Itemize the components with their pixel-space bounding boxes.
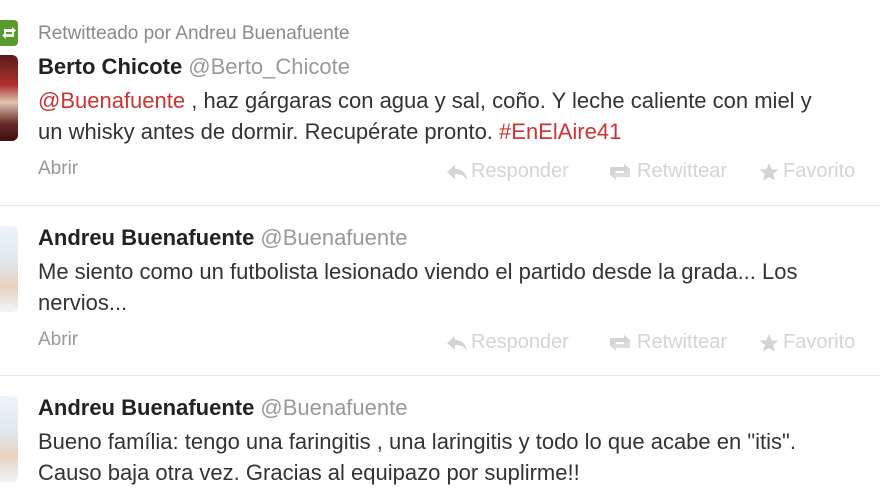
open-link[interactable]: Abrir <box>38 329 78 351</box>
mention-link[interactable]: @Buenafuente <box>38 88 185 113</box>
reply-icon <box>447 335 467 351</box>
tweet-header: Andreu Buenafuente @Buenafuente <box>38 395 407 421</box>
tweet-text: Bueno família: tengo una faringitis , un… <box>38 426 880 488</box>
favorite-label: Favorito <box>783 331 856 353</box>
tweet-text-line: nervios... <box>38 290 128 315</box>
reply-button[interactable]: Responder <box>446 160 606 183</box>
user-name[interactable]: Andreu Buenafuente <box>38 225 254 250</box>
tweet-header: Berto Chicote @Berto_Chicote <box>38 54 350 80</box>
tweet-actions: Responder Retwittear Favorito <box>446 331 855 354</box>
tweet-text: @Buenafuente , haz gárgaras con agua y s… <box>38 85 880 147</box>
tweet-text-line: Bueno família: tengo una faringitis , un… <box>38 429 796 454</box>
retweet-icon <box>610 334 630 351</box>
retweet-button[interactable]: Retwittear <box>606 160 758 183</box>
reply-icon <box>447 164 467 180</box>
favorite-button[interactable]: Favorito <box>758 331 855 354</box>
reply-label: Responder <box>471 160 569 182</box>
retweet-icon <box>0 20 18 46</box>
tweet-text-line: un whisky antes de dormir. Recupérate pr… <box>38 119 500 144</box>
user-name[interactable]: Andreu Buenafuente <box>38 395 254 420</box>
tweet-text-line: Me siento como un futbolista lesionado v… <box>38 259 798 284</box>
tweet-actions: Responder Retwittear Favorito <box>446 160 855 183</box>
star-icon <box>759 333 779 352</box>
divider <box>0 205 880 206</box>
retweet-context-text: Retwitteado por Andreu Buenafuente <box>38 23 350 44</box>
avatar[interactable] <box>0 226 18 312</box>
user-handle[interactable]: @Buenafuente <box>260 395 407 420</box>
tweet-text-line: Causo baja otra vez. Gracias al equipazo… <box>38 460 580 485</box>
user-handle[interactable]: @Berto_Chicote <box>188 54 350 79</box>
avatar[interactable] <box>0 396 18 482</box>
tweet-text: Me siento como un futbolista lesionado v… <box>38 256 880 318</box>
hashtag-link[interactable]: #EnElAire41 <box>499 119 621 144</box>
tweet-header: Andreu Buenafuente @Buenafuente <box>38 225 407 251</box>
user-name[interactable]: Berto Chicote <box>38 54 182 79</box>
user-handle[interactable]: @Buenafuente <box>260 225 407 250</box>
retweet-label: Retwittear <box>637 160 728 182</box>
star-icon <box>759 162 779 181</box>
favorite-button[interactable]: Favorito <box>758 160 855 183</box>
retweet-button[interactable]: Retwittear <box>606 331 758 354</box>
retweet-label: Retwittear <box>637 331 728 353</box>
reply-button[interactable]: Responder <box>446 331 606 354</box>
tweet-text-line: , haz gárgaras con agua y sal, coño. Y l… <box>185 88 812 113</box>
avatar[interactable] <box>0 55 18 141</box>
favorite-label: Favorito <box>783 160 856 182</box>
divider <box>0 375 880 376</box>
open-link[interactable]: Abrir <box>38 158 78 180</box>
retweet-icon <box>610 163 630 180</box>
reply-label: Responder <box>471 331 569 353</box>
